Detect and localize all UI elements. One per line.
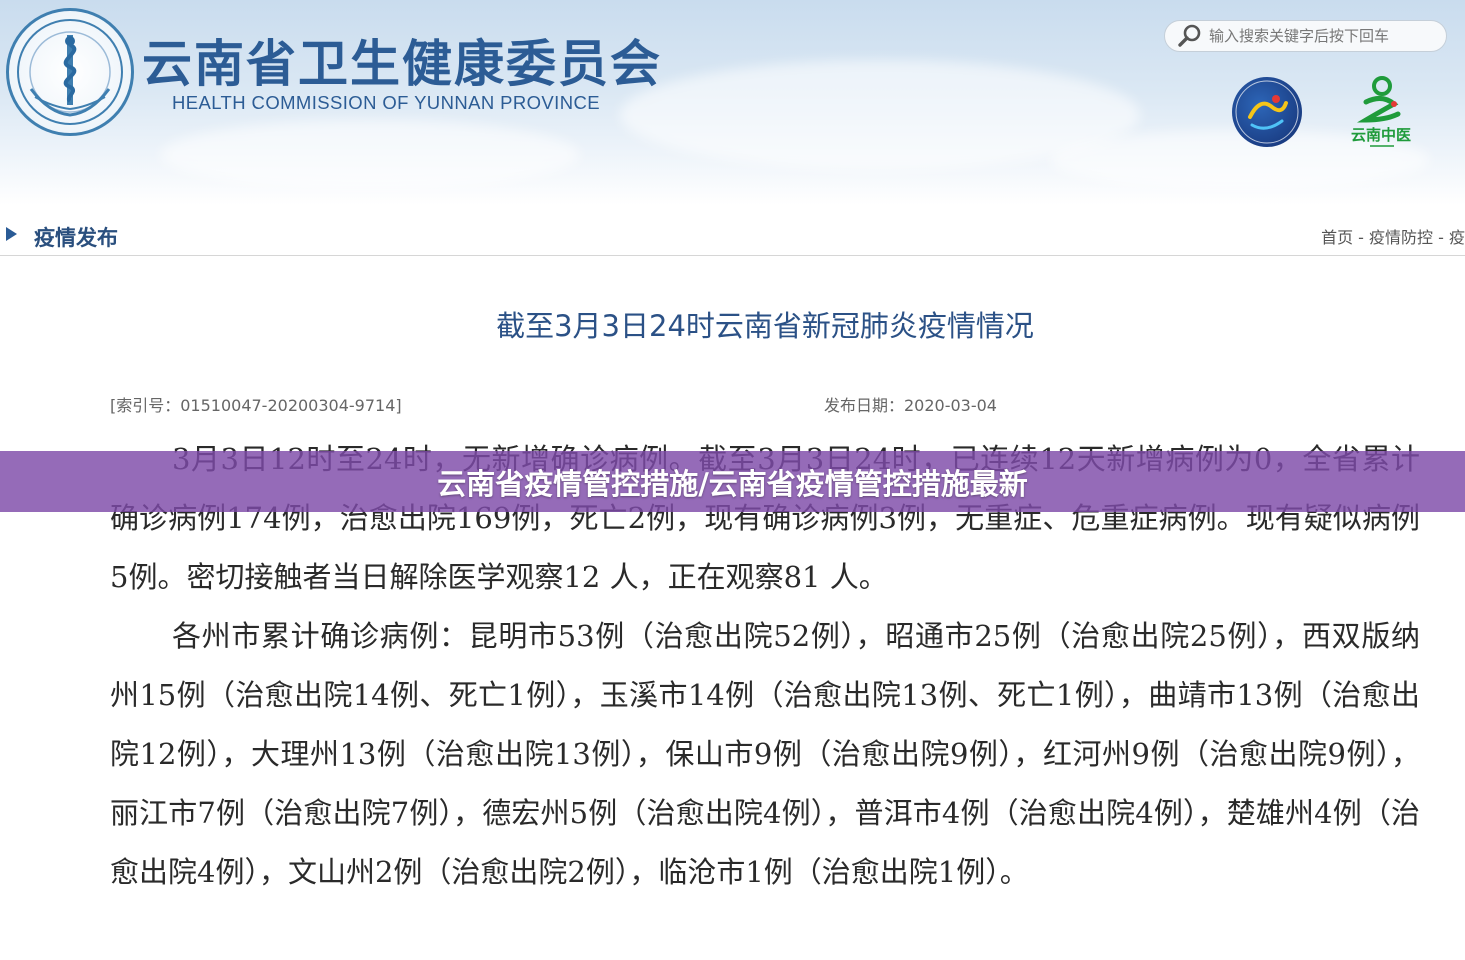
- section-title[interactable]: 疫情发布: [34, 222, 118, 252]
- article-index-number: [索引号：01510047-20200304-9714]: [110, 396, 402, 415]
- article-paragraph-cities: 各州市累计确诊病例：昆明市53例（治愈出院52例），昭通市25例（治愈出院25例…: [110, 619, 1420, 889]
- breadcrumb[interactable]: 首页 - 疫情防控 - 疫: [1321, 224, 1465, 248]
- site-title: 云南省卫生健康委员会: [142, 34, 662, 93]
- healthy-yunnan-emblem-icon: [1235, 80, 1299, 144]
- overlay-title-banner: 云南省疫情管控措施/云南省疫情管控措施最新: [0, 451, 1465, 512]
- banner-text: 云南省疫情管控措施/云南省疫情管控措施最新: [437, 466, 1028, 501]
- section-arrow-icon: [6, 227, 17, 241]
- header-cloud: [160, 120, 580, 190]
- site-subtitle: HEALTH COMMISSION OF YUNNAN PROVINCE: [172, 92, 600, 113]
- tcm-logo-text: 云南中医: [1350, 126, 1411, 144]
- search-icon[interactable]: [1177, 23, 1203, 49]
- healthy-yunnan-logo[interactable]: [1232, 77, 1302, 147]
- staff-of-asclepius-icon: [17, 19, 123, 125]
- section-bar: 疫情发布 首页 - 疫情防控 - 疫: [0, 212, 1465, 256]
- search-input[interactable]: [1209, 27, 1445, 45]
- article-title: 截至3月3日24时云南省新冠肺炎疫情情况: [496, 309, 1034, 343]
- search-box[interactable]: [1164, 20, 1447, 52]
- site-header: 云南省卫生健康委员会 HEALTH COMMISSION OF YUNNAN P…: [0, 0, 1465, 205]
- article-publish-date: 发布日期：2020-03-04: [824, 396, 997, 415]
- health-commission-emblem-logo[interactable]: [6, 8, 134, 136]
